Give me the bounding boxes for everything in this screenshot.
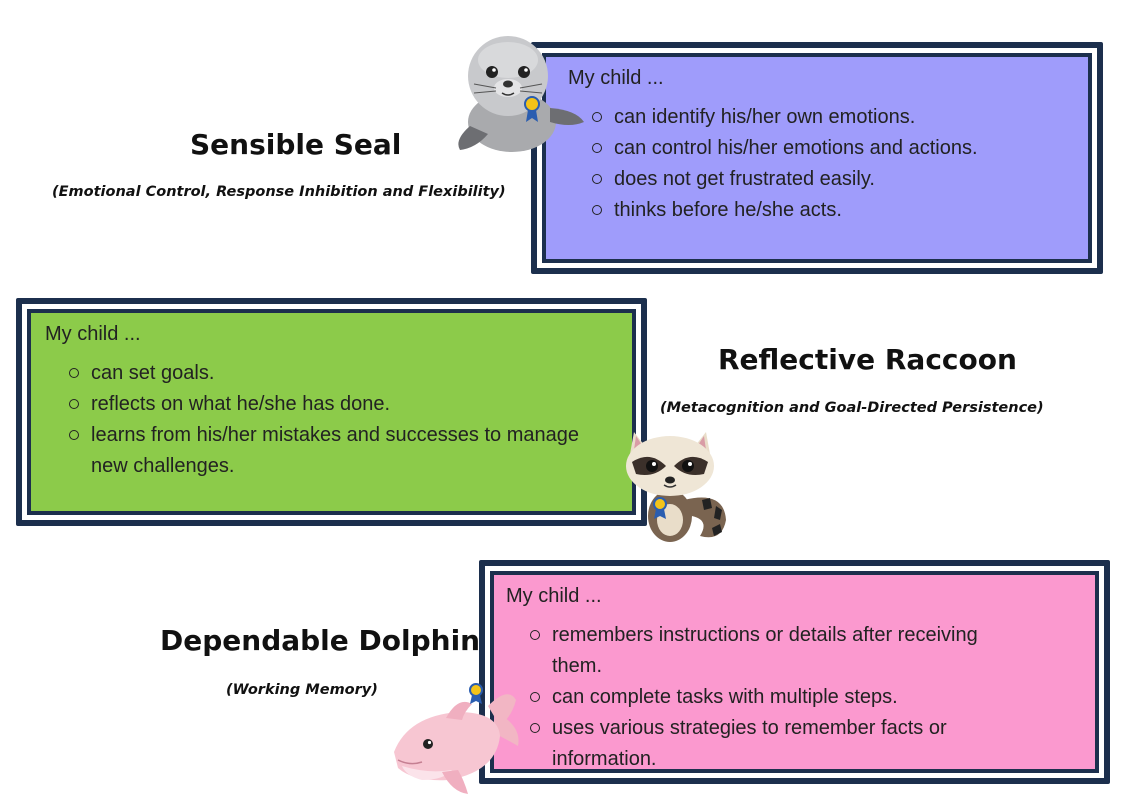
seal-card: My child ... can identify his/her own em… (531, 42, 1103, 274)
circle-bullet-icon (592, 205, 602, 215)
seal-subtitle: (Emotional Control, Response Inhibition … (52, 184, 506, 200)
seal-panel: My child ... can identify his/her own em… (546, 57, 1088, 259)
list-item: remembers instructions or details after … (530, 620, 1021, 682)
list-item: does not get frustrated easily. (592, 164, 1074, 195)
list-item: learns from his/her mistakes and success… (69, 420, 608, 482)
circle-bullet-icon (592, 143, 602, 153)
circle-bullet-icon (592, 112, 602, 122)
list-item: uses various strategies to remember fact… (530, 713, 992, 775)
raccoon-lead: My child ... (45, 323, 141, 345)
circle-bullet-icon (530, 630, 540, 640)
list-item: can complete tasks with multiple steps. (530, 682, 1021, 713)
raccoon-panel: My child ... can set goals. reflects on … (31, 313, 632, 511)
seal-list: can identify his/her own emotions. can c… (568, 102, 1074, 226)
circle-bullet-icon (592, 174, 602, 184)
seal-lead: My child ... (568, 67, 664, 89)
circle-bullet-icon (530, 692, 540, 702)
dolphin-lead: My child ... (506, 585, 602, 607)
circle-bullet-icon (530, 723, 540, 733)
raccoon-title: Reflective Raccoon (718, 343, 1017, 376)
list-item: can set goals. (69, 358, 608, 389)
raccoon-card: My child ... can set goals. reflects on … (16, 298, 647, 526)
dolphin-icon (388, 676, 528, 796)
list-item: can control his/her emotions and actions… (592, 133, 1074, 164)
circle-bullet-icon (69, 430, 79, 440)
raccoon-subtitle: (Metacognition and Goal-Directed Persist… (660, 400, 1044, 416)
seal-title: Sensible Seal (190, 128, 402, 161)
dolphin-list: remembers instructions or details after … (506, 620, 1081, 775)
list-item: can identify his/her own emotions. (592, 102, 1074, 133)
seal-icon (452, 30, 584, 156)
dolphin-card: My child ... remembers instructions or d… (479, 560, 1110, 784)
raccoon-icon (614, 420, 736, 544)
list-item: thinks before he/she acts. (592, 195, 1074, 226)
dolphin-title: Dependable Dolphin (160, 624, 481, 657)
dolphin-subtitle: (Working Memory) (226, 682, 378, 698)
circle-bullet-icon (69, 399, 79, 409)
dolphin-panel: My child ... remembers instructions or d… (494, 575, 1095, 770)
raccoon-list: can set goals. reflects on what he/she h… (45, 358, 618, 482)
circle-bullet-icon (69, 368, 79, 378)
list-item: reflects on what he/she has done. (69, 389, 608, 420)
